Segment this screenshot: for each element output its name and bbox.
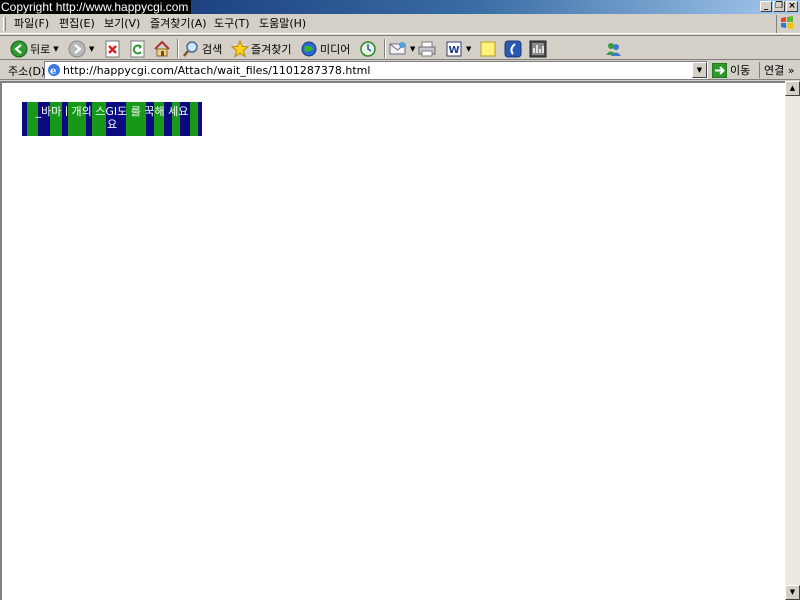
refresh-icon: [130, 40, 145, 57]
note-button[interactable]: [479, 38, 497, 59]
forward-arrow-icon: [68, 40, 86, 57]
mail-dropdown-icon[interactable]: ▼: [410, 45, 415, 53]
media-button[interactable]: 미디어: [300, 38, 350, 59]
go-arrow-icon: [712, 62, 727, 78]
banner: _바마ㅣ개의 스GI도 를 꾹해 세요 요: [22, 102, 202, 136]
menu-tools[interactable]: 도구(T): [214, 17, 250, 31]
edit-word-button[interactable]: W ▼: [445, 38, 471, 59]
address-dropdown-button[interactable]: ▼: [692, 62, 707, 78]
media-globe-icon: [301, 41, 317, 56]
toolbar-separator: [384, 39, 386, 58]
note-icon: [480, 41, 496, 56]
history-button[interactable]: [359, 38, 377, 59]
home-icon: [154, 40, 170, 56]
address-url: http://happycgi.com/Attach/wait_files/11…: [63, 64, 371, 77]
svg-text:W: W: [449, 45, 460, 56]
favorites-label: 즐겨찾기: [251, 42, 292, 56]
restore-button[interactable]: ❐: [773, 1, 785, 12]
window-controls: _ ❐ ×: [760, 1, 798, 12]
forward-button[interactable]: ▼: [68, 38, 94, 59]
msn-people-icon: [606, 42, 621, 56]
menu-edit[interactable]: 편집(E): [59, 17, 95, 31]
menu-view[interactable]: 보기(V): [104, 17, 140, 31]
search-button[interactable]: 검색: [182, 38, 222, 59]
menu-favorites[interactable]: 즐겨찾기(A): [150, 17, 207, 31]
ie-page-icon: e: [48, 64, 60, 77]
vertical-scrollbar[interactable]: ▲ ▼: [785, 81, 800, 600]
messenger-button[interactable]: [504, 38, 522, 59]
messenger-icon: [504, 40, 522, 57]
msn-button[interactable]: [604, 38, 622, 59]
toolbar-separator: [177, 39, 179, 58]
links-toolbar-button[interactable]: 연결 »: [759, 62, 794, 78]
media-label: 미디어: [320, 42, 351, 56]
research-icon: [529, 40, 547, 57]
forward-dropdown-icon[interactable]: ▼: [89, 45, 94, 53]
banner-line-2: 요: [106, 118, 118, 131]
address-label: 주소(D): [8, 65, 46, 78]
scroll-down-button[interactable]: ▼: [785, 585, 800, 600]
banner-line-1: _바마ㅣ개의 스GI도 를 꾹해 세요: [35, 105, 189, 118]
stop-button[interactable]: [104, 38, 122, 59]
print-button[interactable]: [418, 38, 436, 59]
svg-text:e: e: [50, 66, 56, 77]
standard-toolbar: 뒤로 ▼ ▼ 검색 즐겨찾기 미디어 ▼ W ▼: [0, 35, 800, 60]
edit-dropdown-icon[interactable]: ▼: [466, 45, 471, 53]
windows-logo-icon: [776, 15, 794, 33]
search-icon: [183, 40, 198, 57]
menu-bar: 파일(F) 편집(E) 보기(V) 즐겨찾기(A) 도구(T) 도움말(H): [0, 14, 800, 34]
address-input[interactable]: e http://happycgi.com/Attach/wait_files/…: [44, 61, 708, 79]
printer-icon: [418, 41, 436, 56]
back-dropdown-icon[interactable]: ▼: [53, 45, 58, 53]
banner-message: _바마ㅣ개의 스GI도 를 꾹해 세요 요: [22, 105, 202, 131]
back-arrow-icon: [10, 40, 28, 57]
window-title: Copyright http://www.happycgi.com: [0, 0, 192, 14]
favorites-button[interactable]: 즐겨찾기: [231, 38, 291, 59]
title-bar[interactable]: Copyright http://www.happycgi.com _ ❐ ×: [0, 0, 800, 14]
menu-grip[interactable]: [3, 17, 6, 31]
menu-help[interactable]: 도움말(H): [259, 17, 306, 31]
scroll-up-button[interactable]: ▲: [785, 81, 800, 96]
menu-file[interactable]: 파일(F): [14, 17, 49, 31]
back-button[interactable]: 뒤로 ▼: [10, 38, 59, 59]
close-button[interactable]: ×: [786, 1, 798, 12]
mail-button[interactable]: ▼: [389, 38, 415, 59]
home-button[interactable]: [153, 38, 171, 59]
go-label: 이동: [730, 64, 751, 77]
page-content: _바마ㅣ개의 스GI도 를 꾹해 세요 요: [0, 81, 785, 600]
mail-icon: [389, 41, 406, 54]
back-label: 뒤로: [30, 42, 51, 56]
research-button[interactable]: [529, 38, 547, 59]
go-button[interactable]: 이동: [712, 62, 750, 78]
refresh-button[interactable]: [129, 38, 147, 59]
word-document-icon: W: [446, 41, 462, 56]
search-label: 검색: [202, 42, 223, 56]
address-bar: 주소(D) e http://happycgi.com/Attach/wait_…: [0, 60, 800, 80]
favorites-star-icon: [231, 39, 249, 58]
history-icon: [360, 40, 376, 57]
minimize-button[interactable]: _: [760, 1, 772, 12]
stop-icon: [105, 40, 120, 57]
